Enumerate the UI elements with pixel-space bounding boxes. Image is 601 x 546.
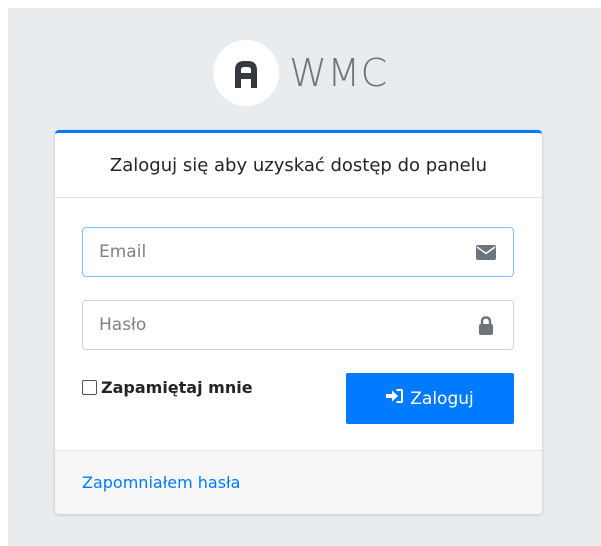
login-button-label: Zaloguj	[410, 388, 474, 409]
email-field[interactable]	[82, 227, 514, 277]
sign-in-icon	[386, 388, 404, 409]
email-input[interactable]	[83, 228, 463, 276]
password-input[interactable]	[83, 301, 463, 349]
remember-me[interactable]: Zapamiętaj mnie	[82, 378, 253, 397]
envelope-icon	[475, 242, 497, 262]
login-card-header: Zaloguj się aby uzyskać dostęp do panelu	[55, 133, 542, 198]
forgot-password-link[interactable]: Zapomniałem hasła	[82, 473, 240, 492]
lock-icon	[475, 315, 497, 335]
brand-name: WMC	[289, 51, 388, 95]
wmc-logo-icon	[213, 40, 280, 106]
login-button[interactable]: Zaloguj	[346, 373, 514, 424]
login-card: Zaloguj się aby uzyskać dostęp do panelu…	[55, 130, 542, 514]
login-card-footer: Zapomniałem hasła	[55, 450, 542, 514]
brand-header: WMC	[0, 40, 601, 106]
password-field[interactable]	[82, 300, 514, 350]
login-prompt: Zaloguj się aby uzyskać dostęp do panelu	[109, 154, 488, 176]
remember-me-checkbox[interactable]	[82, 380, 97, 395]
remember-me-label: Zapamiętaj mnie	[101, 378, 253, 397]
